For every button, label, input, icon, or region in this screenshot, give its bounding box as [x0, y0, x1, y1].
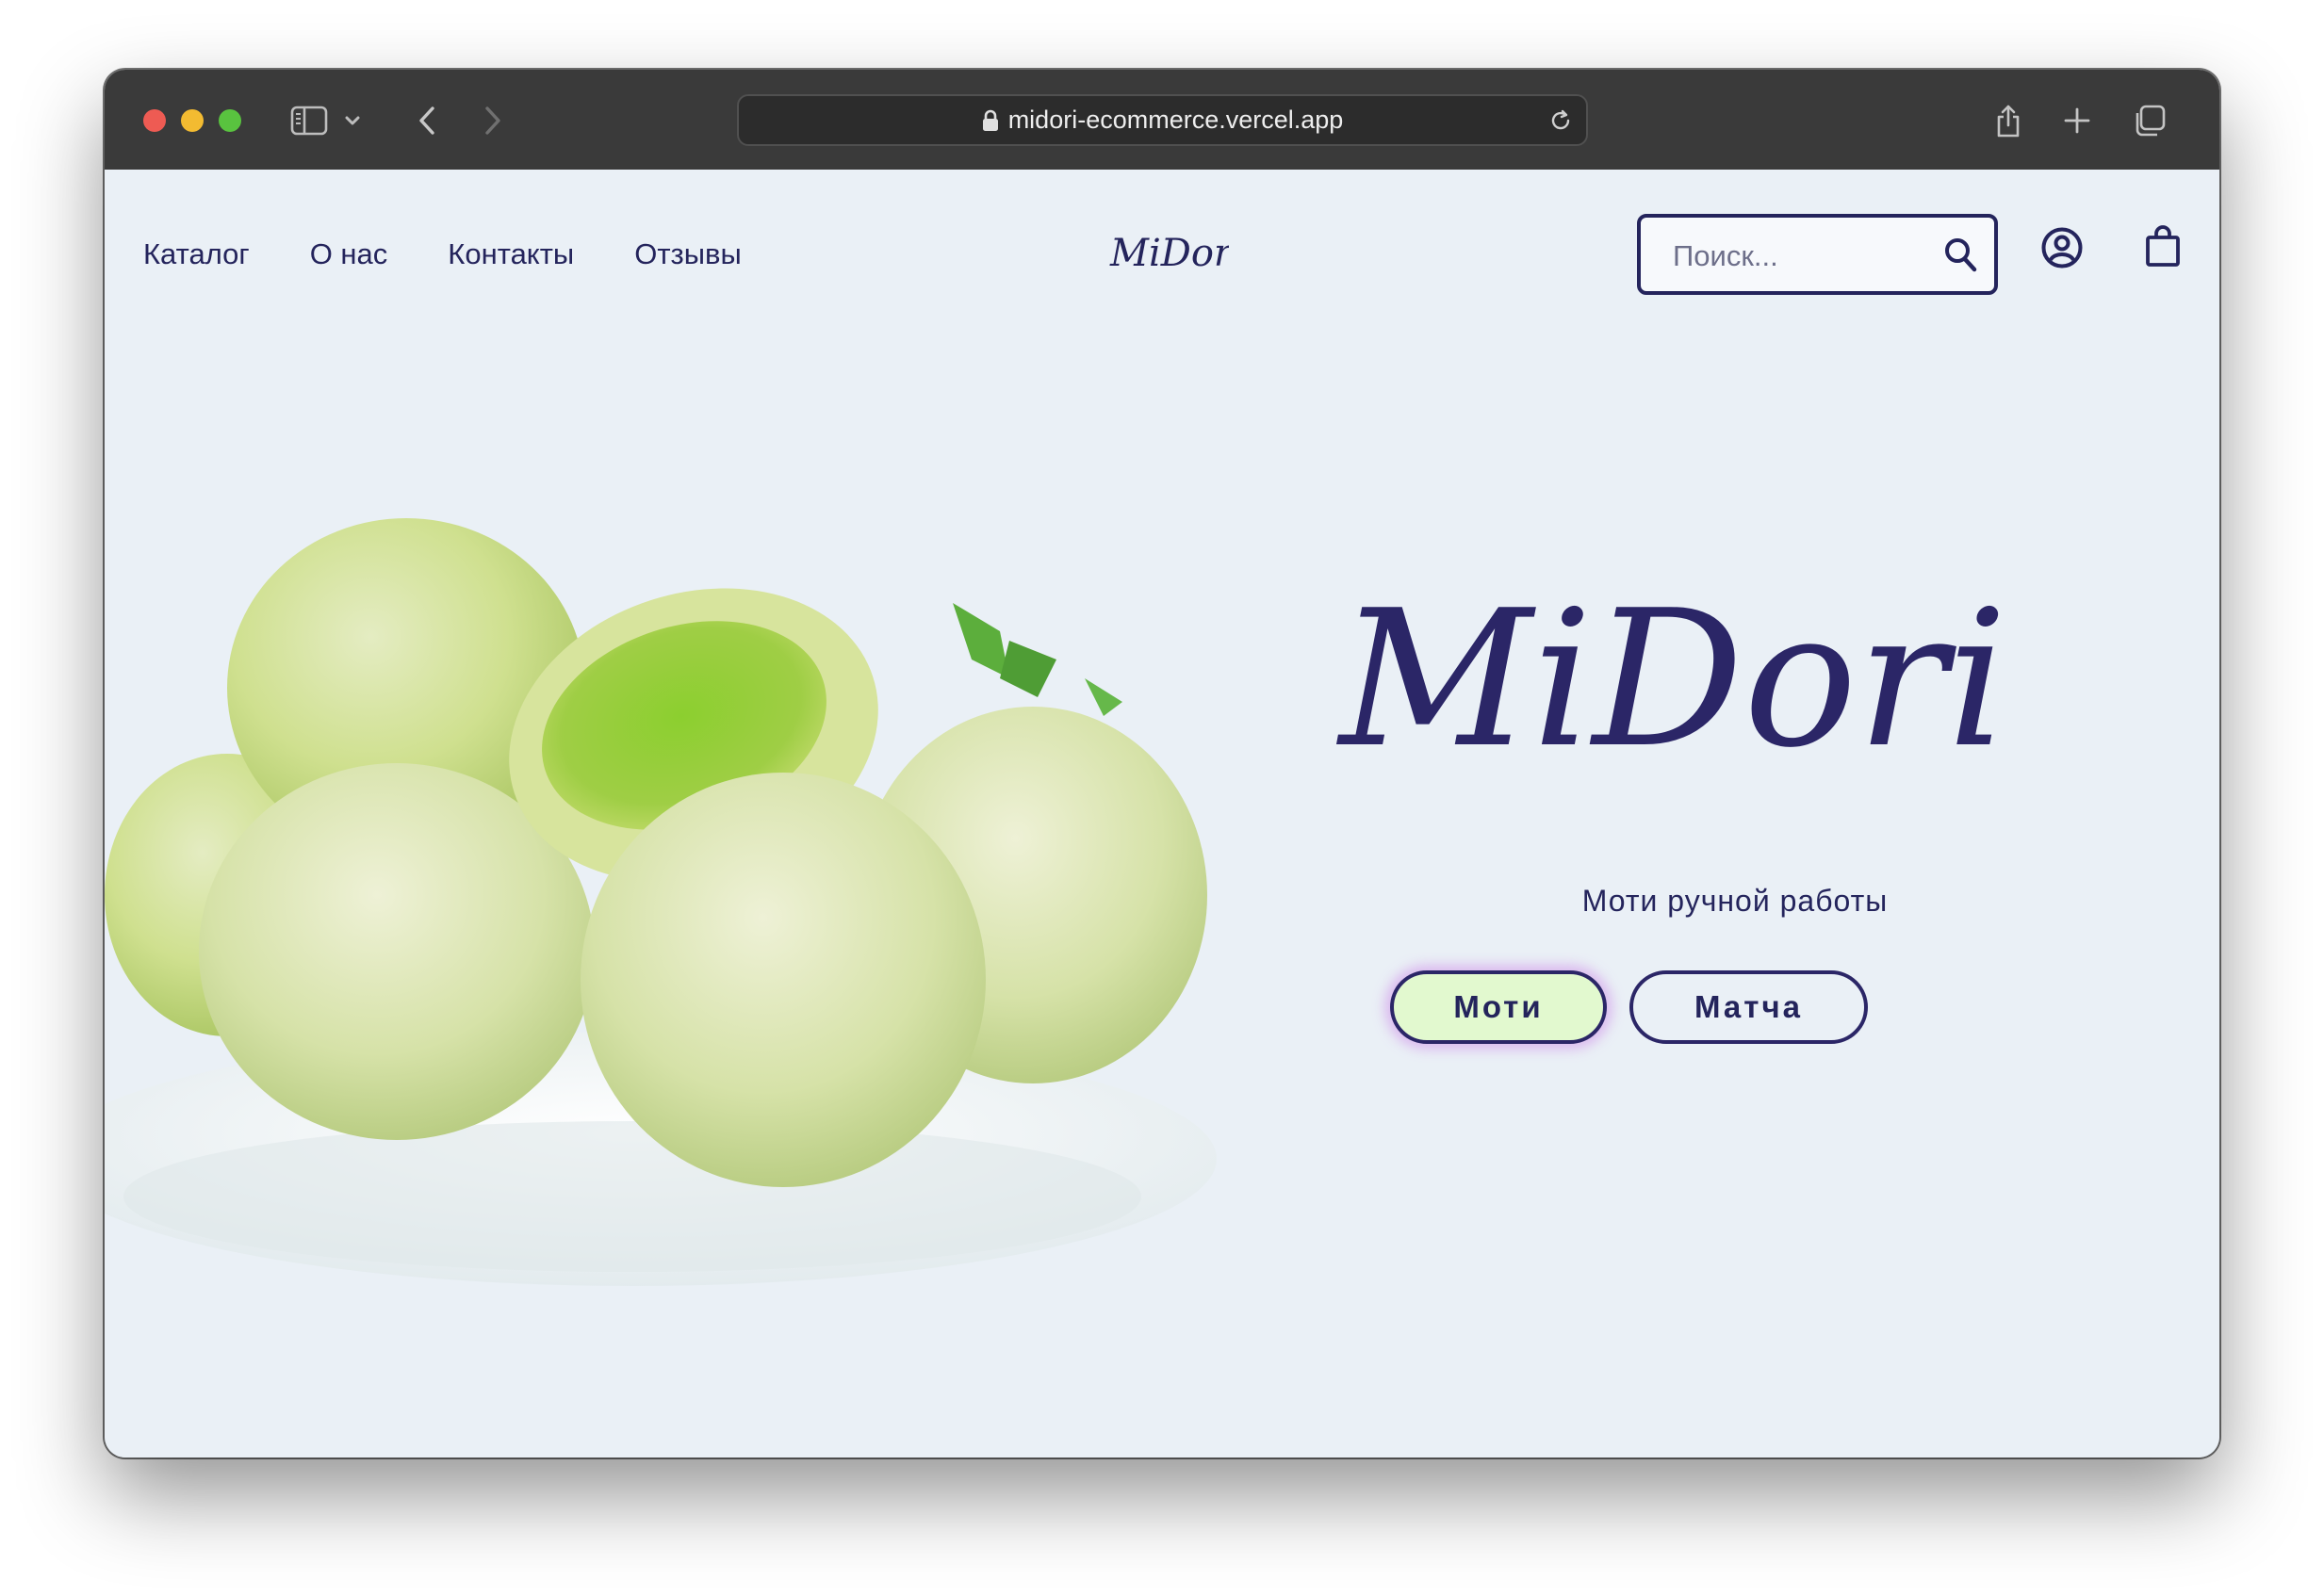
- main-nav: Каталог О нас Контакты Отзывы: [143, 237, 742, 271]
- minimize-window-button[interactable]: [181, 109, 204, 132]
- svg-text:MiDori: MiDori: [1109, 232, 1229, 275]
- lock-icon: [982, 109, 999, 132]
- nav-link-reviews[interactable]: Отзывы: [634, 237, 742, 271]
- nav-link-contacts[interactable]: Контакты: [448, 237, 574, 271]
- sidebar-toggle-icon[interactable]: [288, 101, 330, 140]
- browser-window: midori-ecommerce.vercel.app Каталог О на…: [105, 70, 2219, 1458]
- address-bar[interactable]: midori-ecommerce.vercel.app: [737, 94, 1588, 146]
- nav-link-catalog[interactable]: Каталог: [143, 237, 250, 271]
- account-icon[interactable]: [2040, 226, 2084, 269]
- zoom-window-button[interactable]: [219, 109, 241, 132]
- reload-icon[interactable]: [1548, 108, 1573, 137]
- matcha-button[interactable]: Матча: [1629, 970, 1868, 1044]
- search-input[interactable]: [1671, 235, 1929, 278]
- share-icon[interactable]: [1989, 101, 2027, 140]
- search-box: [1637, 214, 1998, 295]
- chevron-down-icon[interactable]: [342, 101, 363, 140]
- tab-overview-icon[interactable]: [2129, 101, 2170, 140]
- shopping-bag-icon[interactable]: [2145, 224, 2181, 268]
- mochi-plate-image: [105, 518, 1217, 1286]
- plus-icon[interactable]: [2058, 101, 2096, 140]
- url-text: midori-ecommerce.vercel.app: [1007, 106, 1344, 134]
- hero-logo: MiDori: [1335, 570, 2007, 790]
- page-viewport: Каталог О нас Контакты Отзывы MiDori: [105, 170, 2219, 1458]
- close-window-button[interactable]: [143, 109, 166, 132]
- browser-toolbar: midori-ecommerce.vercel.app: [105, 70, 2219, 170]
- search-icon[interactable]: [1943, 236, 1977, 276]
- header-logo[interactable]: MiDori: [1106, 224, 1229, 279]
- hero-tagline: Моти ручной работы: [1581, 884, 1889, 918]
- back-arrow-icon[interactable]: [411, 101, 443, 140]
- svg-text:MiDori: MiDori: [1335, 570, 2007, 790]
- forward-arrow-icon[interactable]: [477, 101, 509, 140]
- moti-button[interactable]: Моти: [1390, 970, 1607, 1044]
- nav-link-about[interactable]: О нас: [310, 237, 388, 271]
